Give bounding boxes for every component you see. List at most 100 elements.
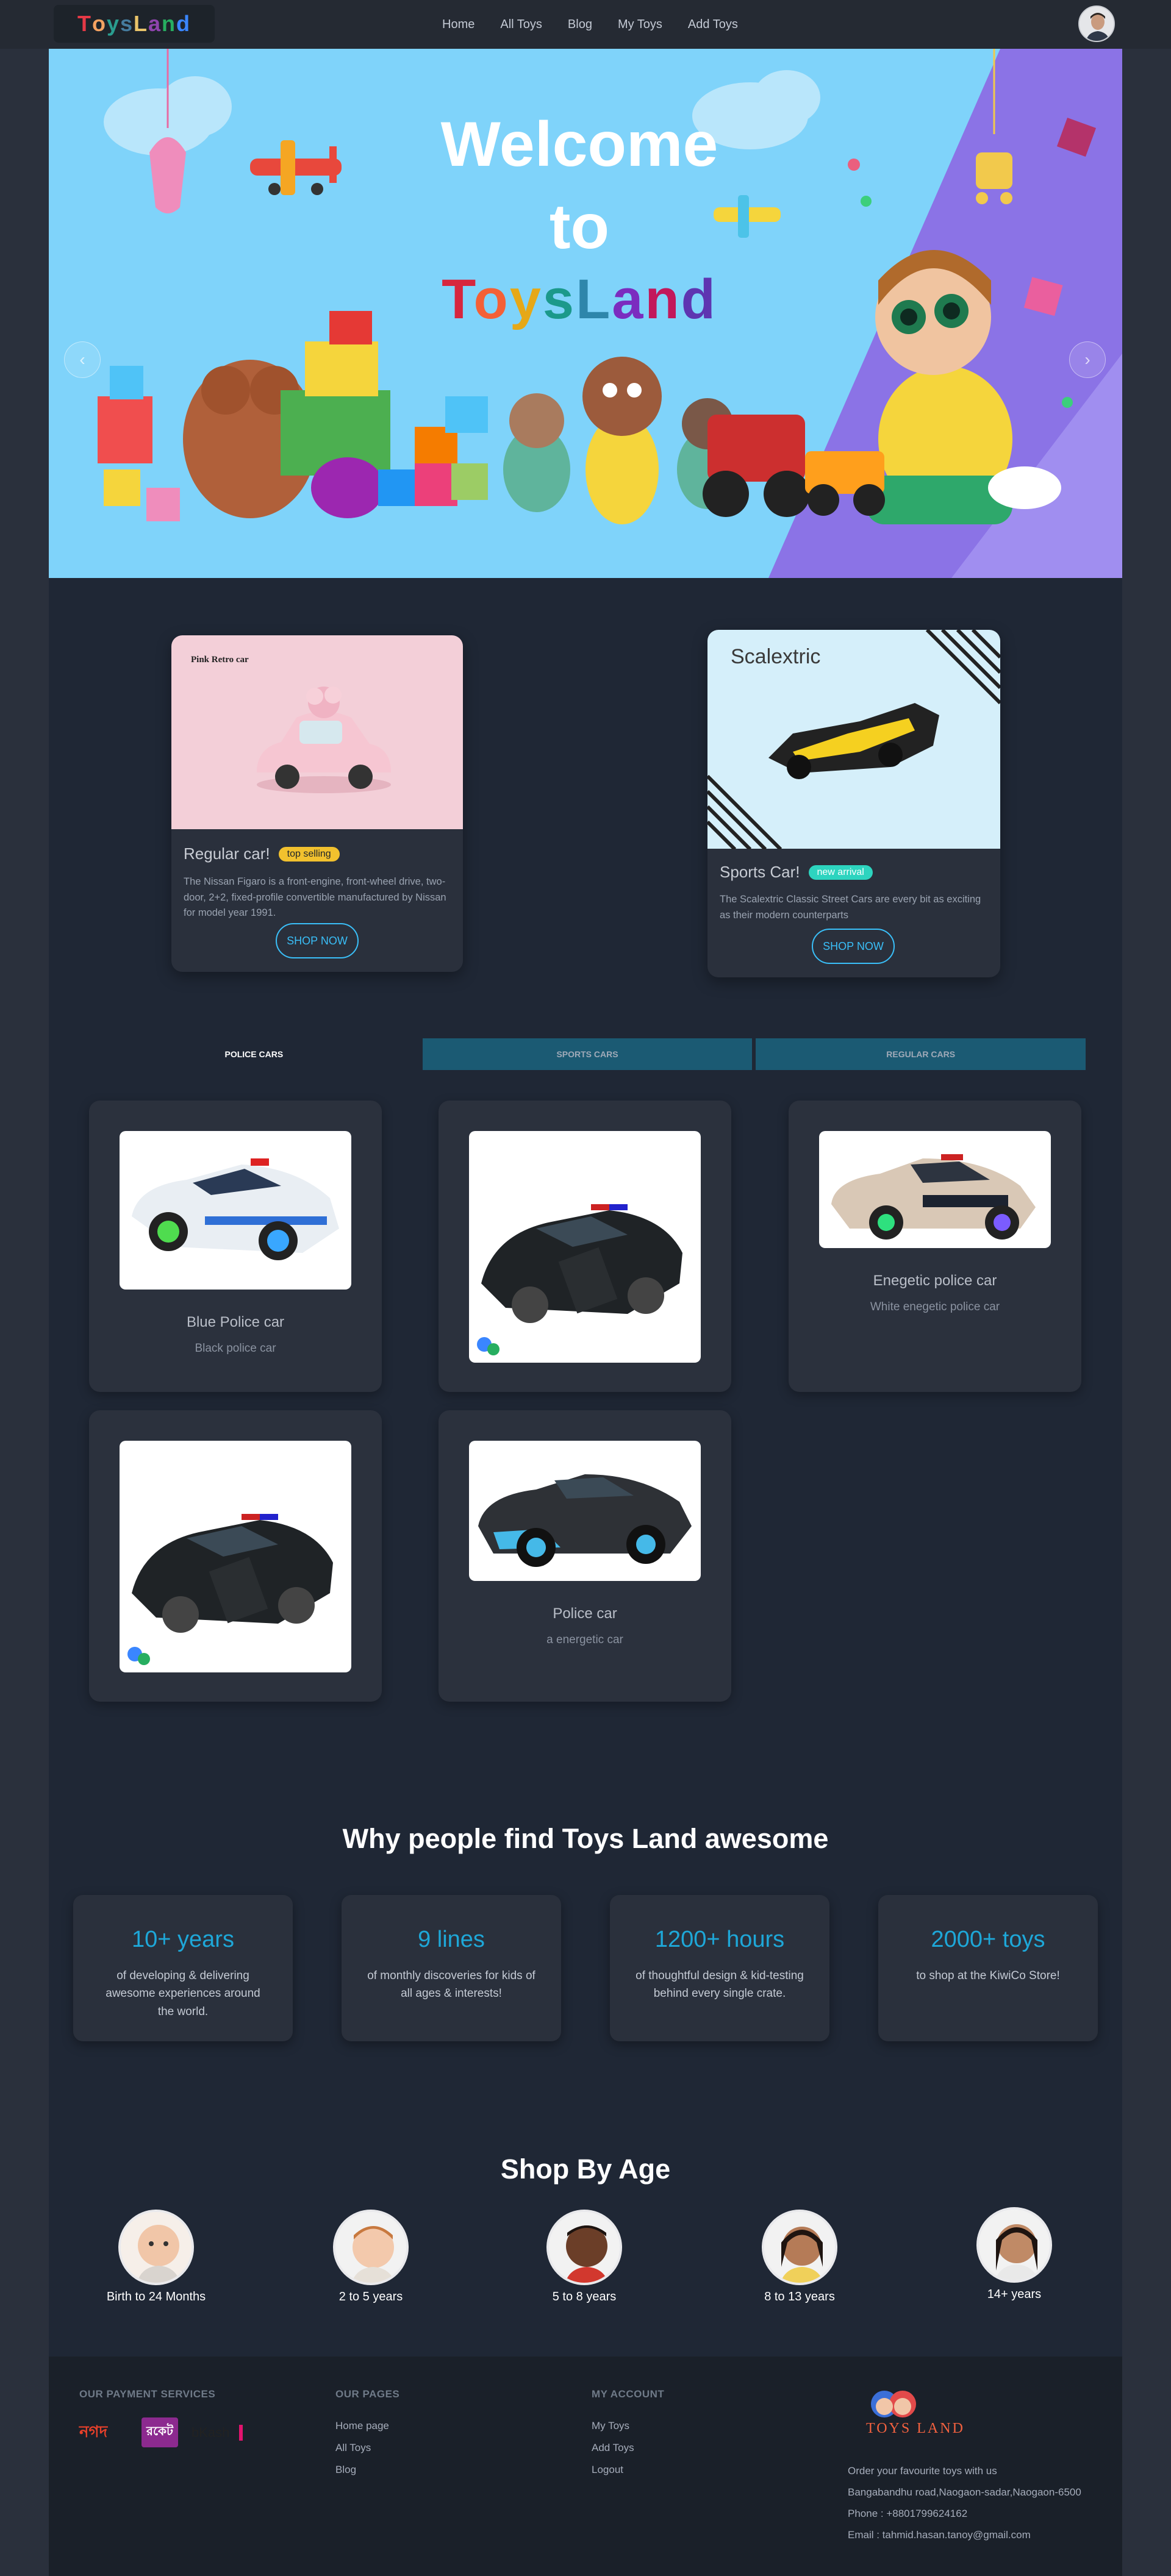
promo-title-text: Regular car! <box>184 844 270 863</box>
product-description: Black police car <box>195 1342 276 1355</box>
promo-image-regular: Pink Retro car <box>171 635 463 829</box>
chevron-left-icon: ‹ <box>79 350 85 369</box>
shop-by-age-title: Shop By Age <box>500 2153 671 2185</box>
blue-police-car-image <box>132 1158 339 1260</box>
tab-regular-cars[interactable]: REGULAR CARS <box>756 1038 1086 1070</box>
brand-letter: d <box>681 268 717 330</box>
badge-top-selling: top selling <box>278 846 340 862</box>
user-avatar[interactable] <box>1078 5 1115 42</box>
footer: OUR PAYMENT SERVICES নগদ রকেট bKash OUR … <box>49 2357 1122 2576</box>
product-image <box>120 1441 351 1672</box>
age-group-0-24-months[interactable]: Birth to 24 Months <box>86 2210 226 2304</box>
product-image <box>120 1131 351 1290</box>
logo-letter: y <box>106 11 120 36</box>
rocket-logo[interactable]: রকেট <box>141 2417 178 2447</box>
age-label: 5 to 8 years <box>552 2290 617 2303</box>
baby-avatar <box>118 2210 194 2285</box>
promo-card-sports: Scalextric Sports Car! new arrival The Sc… <box>707 630 1000 977</box>
nav-blog-link[interactable]: Blog <box>568 16 592 34</box>
nav-add-toys-link[interactable]: Add Toys <box>688 16 738 34</box>
brand-letter: L <box>576 268 612 330</box>
footer-email[interactable]: Email : tahmid.hasan.tanoy@gmail.com <box>848 2529 1031 2541</box>
child-avatar <box>333 2210 409 2285</box>
footer-account-title: MY ACCOUNT <box>592 2388 665 2400</box>
product-card[interactable]: Police car a energetic car <box>439 1410 731 1702</box>
stat-number: 9 lines <box>418 1927 485 1952</box>
footer-link-logout[interactable]: Logout <box>592 2464 664 2476</box>
brand-letter: T <box>442 268 474 330</box>
nagad-logo[interactable]: নগদ <box>79 2419 128 2446</box>
stat-number: 1200+ hours <box>654 1927 785 1952</box>
footer-link-home[interactable]: Home page <box>335 2420 399 2432</box>
age-label: 2 to 5 years <box>338 2290 403 2303</box>
age-group-2-5-years[interactable]: 2 to 5 years <box>301 2210 441 2304</box>
age-group-14-plus-years[interactable]: 14+ years <box>944 2207 1084 2302</box>
product-name: Enegetic police car <box>873 1272 997 1289</box>
stat-card: 10+ years of developing & delivering awe… <box>73 1895 293 2041</box>
footer-link-my-toys[interactable]: My Toys <box>592 2420 664 2432</box>
brand-letter: y <box>509 268 543 330</box>
age-group-8-13-years[interactable]: 8 to 13 years <box>729 2210 870 2304</box>
why-section-title: Why people find Toys Land awesome <box>342 1823 829 1854</box>
footer-phone: Phone : +8801799624162 <box>848 2508 968 2519</box>
brand-letter: s <box>542 268 576 330</box>
stat-text: of thoughtful design & kid-testing behin… <box>636 1969 804 2000</box>
shop-now-button-regular[interactable]: SHOP NOW <box>276 923 359 958</box>
hero-banner: Welcome to ToysLand ‹ › <box>49 49 1122 578</box>
promo-title-regular: Regular car! top selling <box>184 844 340 863</box>
product-name: Police car <box>553 1605 617 1622</box>
promo-title-text: Sports Car! <box>720 863 800 881</box>
promo-title-sports: Sports Car! new arrival <box>720 863 873 882</box>
tab-police-cars[interactable]: POLICE CARS <box>89 1038 419 1070</box>
footer-link-all-toys[interactable]: All Toys <box>335 2442 399 2454</box>
carousel-next-button[interactable]: › <box>1069 341 1106 378</box>
promo-card-regular: Pink Retro car Regular car! top selling T… <box>171 635 463 972</box>
logo-letter: L <box>134 11 149 36</box>
site-logo[interactable]: T o y s L a n d <box>54 5 215 43</box>
stat-text: of developing & delivering awesome exper… <box>106 1969 260 2018</box>
stat-card: 1200+ hours of thoughtful design & kid-t… <box>610 1895 829 2041</box>
hero-brand: ToysLand <box>409 271 750 327</box>
logo-letter: T <box>77 11 92 36</box>
footer-pages-title: OUR PAGES <box>335 2388 400 2400</box>
carousel-prev-button[interactable]: ‹ <box>64 341 101 378</box>
footer-account-column: MY ACCOUNT My Toys Add Toys Logout <box>592 2388 664 2486</box>
hero-to: to <box>549 191 610 262</box>
nav-links: Home All Toys Blog My Toys Add Toys <box>442 16 738 34</box>
sports-car-image <box>707 630 1000 849</box>
nav-home-link[interactable]: Home <box>442 16 474 34</box>
nav-all-toys-link[interactable]: All Toys <box>500 16 542 34</box>
stat-number: 2000+ toys <box>931 1927 1045 1952</box>
age-group-5-8-years[interactable]: 5 to 8 years <box>514 2210 654 2304</box>
footer-logo: TOYS LAND <box>866 2386 965 2437</box>
footer-link-add-toys[interactable]: Add Toys <box>592 2442 664 2454</box>
footer-brand-name: TOYS LAND <box>866 2421 965 2436</box>
pink-car-image <box>257 687 391 793</box>
footer-link-blog[interactable]: Blog <box>335 2464 399 2476</box>
product-card[interactable] <box>439 1101 731 1392</box>
bkash-logo[interactable]: bKash <box>192 2424 243 2441</box>
footer-payment-title: OUR PAYMENT SERVICES <box>79 2388 216 2400</box>
product-card[interactable]: Enegetic police car White enegetic polic… <box>789 1101 1081 1392</box>
child-avatar <box>762 2210 837 2285</box>
product-description: a energetic car <box>546 1633 623 1646</box>
product-image <box>469 1441 701 1581</box>
age-label: Birth to 24 Months <box>106 2290 206 2303</box>
stat-card: 9 lines of monthly discoveries for kids … <box>342 1895 561 2041</box>
footer-address: Bangabandhu road,Naogaon-sadar,Naogaon-6… <box>848 2486 1081 2498</box>
logo-letter: d <box>176 11 192 36</box>
black-police-car-image <box>127 1514 333 1665</box>
tab-sports-cars[interactable]: SPORTS CARS <box>422 1038 753 1070</box>
child-avatar <box>976 2207 1052 2283</box>
product-card[interactable] <box>89 1410 382 1702</box>
white-police-car-image <box>831 1154 1036 1240</box>
shop-now-button-sports[interactable]: SHOP NOW <box>812 929 895 964</box>
product-card[interactable]: Blue Police car Black police car <box>89 1101 382 1392</box>
brand-letter: a <box>612 268 645 330</box>
nav-my-toys-link[interactable]: My Toys <box>618 16 662 34</box>
stat-text: to shop at the KiwiCo Store! <box>916 1969 1060 1982</box>
footer-pages-column: OUR PAGES Home page All Toys Blog <box>335 2388 399 2486</box>
product-description: White enegetic police car <box>870 1300 1000 1313</box>
promo-desc-regular: The Nissan Figaro is a front-engine, fro… <box>184 876 446 919</box>
age-label: 14+ years <box>987 2288 1042 2301</box>
